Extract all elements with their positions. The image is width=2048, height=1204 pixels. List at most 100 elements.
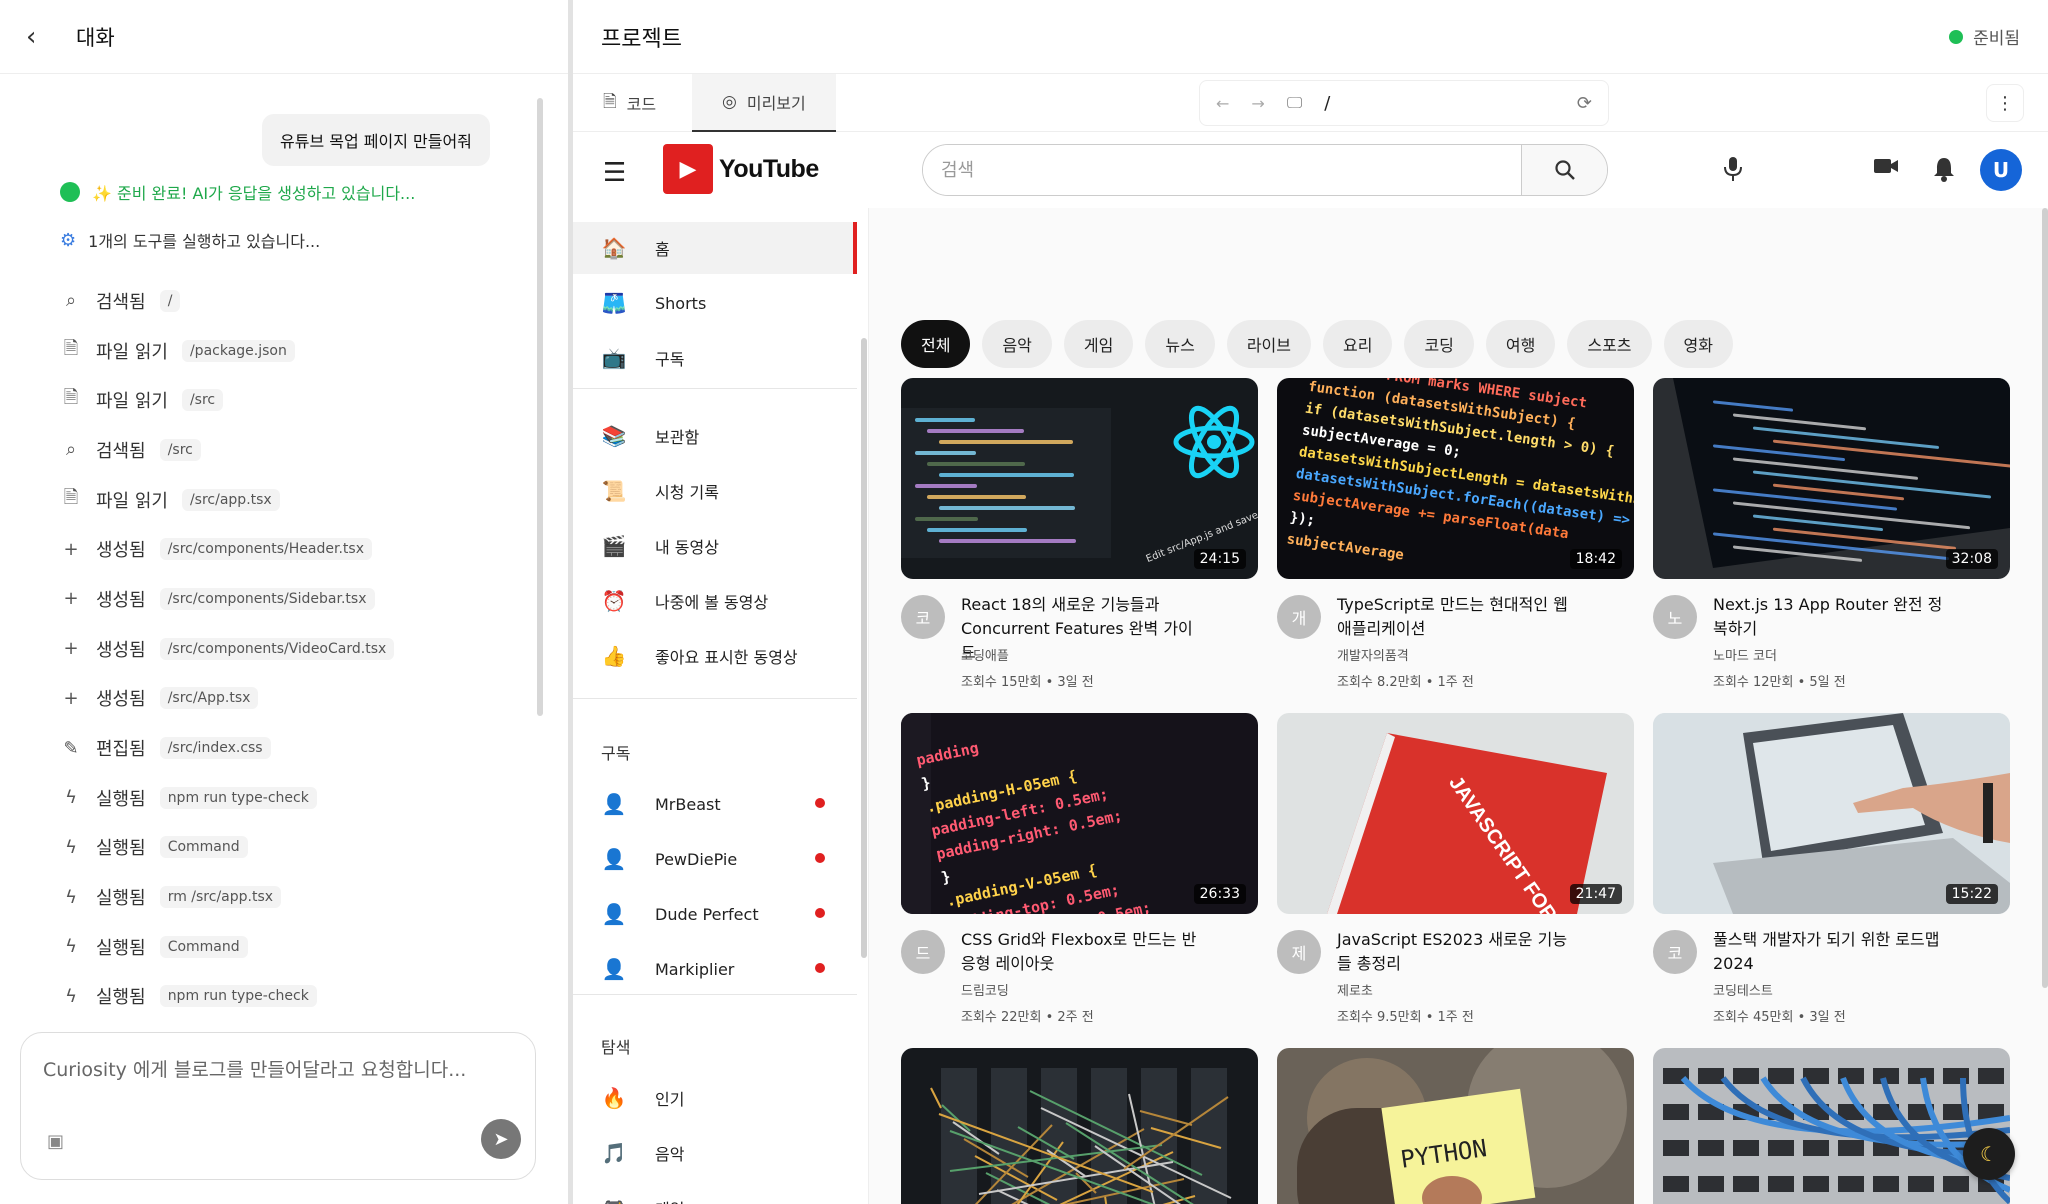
- video-channel[interactable]: 제로초: [1337, 980, 1373, 999]
- yt-search-input[interactable]: [923, 145, 1521, 195]
- dark-mode-toggle-icon[interactable]: ☾: [1963, 1128, 2015, 1180]
- video-card[interactable]: 35: [1653, 1048, 2010, 1204]
- tool-log-item[interactable]: + 생성됨/src/components/Sidebar.tsx: [60, 574, 394, 624]
- category-chip[interactable]: 여행: [1485, 320, 1556, 368]
- chat-scrollbar[interactable]: [537, 98, 543, 716]
- sidebar-scrollbar[interactable]: [861, 338, 867, 958]
- video-card[interactable]: JAVASCRIPT FOR WEB DESIGNERS21:47 제 JavaSc…: [1277, 713, 1634, 1034]
- tool-log-item[interactable]: ⌕ 검색됨 /: [60, 276, 394, 326]
- video-thumbnail[interactable]: Edit src/App.js and save to24:15: [901, 378, 1258, 579]
- tool-log-item[interactable]: ϟ 실행됨 npm run type-check: [60, 972, 394, 1012]
- video-card[interactable]: 41:15: [901, 1048, 1258, 1204]
- sidebar-item[interactable]: 👤 MrBeast: [573, 778, 857, 830]
- video-card[interactable]: PYTHON28:56: [1277, 1048, 1634, 1204]
- video-thumbnail[interactable]: 41:15: [901, 1048, 1258, 1204]
- category-chip[interactable]: 요리: [1322, 320, 1393, 368]
- category-chip[interactable]: 게임: [1063, 320, 1134, 368]
- tab-code[interactable]: 🗎 코드: [573, 74, 686, 132]
- video-card[interactable]: padding}.padding-H-05em {padding-left: 0…: [901, 713, 1258, 1034]
- sidebar-item[interactable]: 🔥 인기: [573, 1072, 857, 1124]
- tool-log-item[interactable]: ϟ 실행됨 rm /src/app.tsx: [60, 872, 394, 922]
- nav-forward-icon[interactable]: →: [1251, 94, 1264, 113]
- chat-input-box[interactable]: Curiosity 에게 블로그를 만들어달라고 요청합니다... ▣ ➤: [20, 1032, 536, 1180]
- video-title[interactable]: CSS Grid와 Flexbox로 만드는 반응형 레이아웃: [961, 928, 1201, 976]
- sidebar-item[interactable]: 📜 시청 기록: [573, 465, 857, 517]
- channel-avatar[interactable]: 코: [1653, 930, 1697, 974]
- video-channel[interactable]: 코딩애플: [961, 645, 1009, 664]
- sidebar-item[interactable]: 🎮 게임: [573, 1182, 857, 1204]
- sidebar-item[interactable]: 🩳 Shorts: [573, 277, 857, 329]
- tool-log-item[interactable]: ϟ 실행됨 Command: [60, 922, 394, 972]
- tool-log-item[interactable]: + 생성됨/src/App.tsx: [60, 674, 394, 724]
- image-attach-icon[interactable]: ▣: [47, 1131, 64, 1152]
- video-camera-icon[interactable]: [1873, 156, 1899, 182]
- channel-avatar[interactable]: 노: [1653, 595, 1697, 639]
- tool-log-item[interactable]: ✎ 편집됨/src/index.css: [60, 723, 394, 773]
- category-chip[interactable]: 전체: [901, 320, 971, 368]
- video-thumbnail[interactable]: select * FROM marks WHERE subjectfunctio…: [1277, 378, 1634, 579]
- sidebar-item[interactable]: 📺 구독: [573, 332, 857, 384]
- video-thumbnail[interactable]: 15:22: [1653, 713, 2010, 914]
- tool-log-item[interactable]: 🗎 파일 읽기/src: [60, 375, 394, 425]
- video-card[interactable]: 32:08 노 Next.js 13 App Router 완전 정복하기노마드 코…: [1653, 378, 2010, 699]
- video-card[interactable]: Edit src/App.js and save to24:15코React 1…: [901, 378, 1258, 699]
- channel-avatar[interactable]: 개: [1277, 595, 1321, 639]
- sidebar-item[interactable]: 👤 PewDiePie: [573, 833, 857, 885]
- category-chip[interactable]: 스포츠: [1567, 320, 1652, 368]
- channel-avatar[interactable]: 제: [1277, 930, 1321, 974]
- chat-messages[interactable]: 유튜브 목업 페이지 만들어줘 ✨ 준비 완료! AI가 응답을 생성하고 있습…: [0, 74, 570, 1012]
- tool-log-item[interactable]: ϟ 실행됨 npm run type-check: [60, 773, 394, 823]
- tool-log-item[interactable]: ⌕ 검색됨/src: [60, 425, 394, 475]
- category-chip[interactable]: 코딩: [1404, 320, 1474, 368]
- tool-log-item[interactable]: 🗎 파일 읽기/package.json: [60, 326, 394, 376]
- tool-log-item[interactable]: + 생성됨/src/components/Header.tsx: [60, 524, 394, 574]
- sidebar-item[interactable]: 👍 좋아요 표시한 동영상: [573, 630, 857, 682]
- video-card[interactable]: select * FROM marks WHERE subjectfunctio…: [1277, 378, 1634, 699]
- sidebar-item[interactable]: 🎬 내 동영상: [573, 520, 857, 572]
- sidebar-item[interactable]: 👤 Markiplier: [573, 943, 857, 995]
- reload-icon[interactable]: ⟳: [1577, 93, 1592, 114]
- monitor-icon[interactable]: 🖵: [1287, 93, 1302, 113]
- address-path[interactable]: /: [1324, 93, 1330, 114]
- video-title[interactable]: 풀스택 개발자가 되기 위한 로드맵 2024: [1713, 928, 1953, 976]
- video-title[interactable]: JavaScript ES2023 새로운 기능들 총정리: [1337, 928, 1577, 976]
- video-thumbnail[interactable]: JAVASCRIPT FOR WEB DESIGNERS21:47: [1277, 713, 1634, 914]
- tool-log-item[interactable]: ϟ 실행됨 Command: [60, 823, 394, 873]
- video-channel[interactable]: 코딩테스트: [1713, 980, 1773, 999]
- video-channel[interactable]: 개발자의품격: [1337, 645, 1409, 664]
- main-scrollbar[interactable]: [2042, 208, 2048, 988]
- video-thumbnail[interactable]: padding}.padding-H-05em {padding-left: 0…: [901, 713, 1258, 914]
- tool-log-item[interactable]: + 생성됨/src/components/VideoCard.tsx: [60, 624, 395, 674]
- sidebar-item[interactable]: 📚 보관함: [573, 410, 857, 462]
- channel-avatar[interactable]: 코: [901, 595, 945, 639]
- video-title[interactable]: TypeScript로 만드는 현대적인 웹 애플리케이션: [1337, 593, 1577, 641]
- send-button[interactable]: ➤: [481, 1119, 521, 1159]
- mic-icon[interactable]: [1723, 156, 1743, 188]
- video-thumbnail[interactable]: 32:08: [1653, 378, 2010, 579]
- tab-preview[interactable]: ◎ 미리보기: [692, 74, 836, 132]
- category-chip[interactable]: 영화: [1663, 320, 1733, 368]
- nav-back-icon[interactable]: ←: [1216, 94, 1229, 113]
- tool-log-item[interactable]: 🗎 파일 읽기/src/app.tsx: [60, 475, 394, 525]
- menu-icon[interactable]: ☰: [603, 158, 626, 188]
- sidebar-item[interactable]: 👤 Dude Perfect: [573, 888, 857, 940]
- video-title[interactable]: Next.js 13 App Router 완전 정복하기: [1713, 593, 1953, 641]
- video-card[interactable]: 15:22 코 풀스택 개발자가 되기 위한 로드맵 2024 코딩테스트 조회수 45…: [1653, 713, 2010, 1034]
- video-channel[interactable]: 드림코딩: [961, 980, 1009, 999]
- sidebar-item[interactable]: 🎵 음악: [573, 1127, 857, 1179]
- bell-icon[interactable]: [1933, 156, 1955, 188]
- back-arrow-icon[interactable]: ‹: [26, 22, 56, 52]
- sidebar-item[interactable]: 🏠 홈: [573, 222, 857, 274]
- channel-avatar[interactable]: 드: [901, 930, 945, 974]
- category-chip[interactable]: 뉴스: [1145, 320, 1215, 368]
- video-thumbnail[interactable]: PYTHON28:56: [1277, 1048, 1634, 1204]
- user-avatar[interactable]: U: [1980, 149, 2022, 191]
- sidebar-item[interactable]: ⏰ 나중에 볼 동영상: [573, 575, 857, 627]
- yt-logo[interactable]: ▶ YouTube: [663, 144, 819, 194]
- category-chip[interactable]: 라이브: [1226, 320, 1311, 368]
- search-icon[interactable]: [1521, 145, 1607, 195]
- category-chip[interactable]: 음악: [982, 320, 1052, 368]
- chat-input-placeholder[interactable]: Curiosity 에게 블로그를 만들어달라고 요청합니다...: [43, 1055, 466, 1082]
- more-options-button[interactable]: ⋮: [1986, 84, 2024, 122]
- video-channel[interactable]: 노마드 코더: [1713, 645, 1777, 664]
